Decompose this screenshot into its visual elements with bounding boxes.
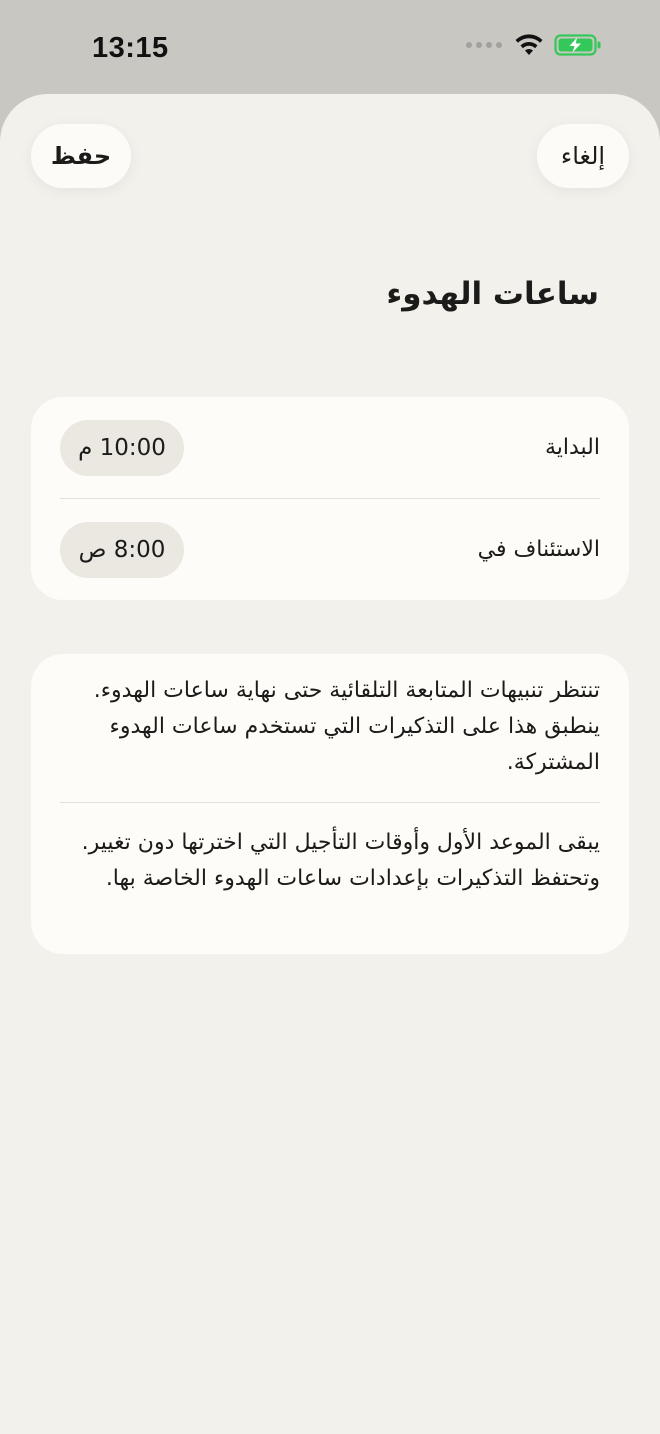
info-card: تنتظر تنبيهات المتابعة التلقائية حتى نها… <box>31 654 629 954</box>
start-label: البداية <box>544 435 600 460</box>
status-time: 13:15 <box>92 32 169 64</box>
wifi-icon <box>515 34 543 55</box>
info-paragraph-schedule: يبقى الموعد الأول وأوقات التأجيل التي اخ… <box>81 830 600 891</box>
signal-dots-icon <box>466 42 502 48</box>
resume-time-picker[interactable]: 8:00 ص <box>60 521 184 578</box>
battery-charging-icon <box>554 34 601 56</box>
status-bar: 13:15 <box>0 0 660 94</box>
quiet-hours-sheet: إلغاء حفظ ساعات الهدوء البداية 10:00 م ا… <box>0 94 660 1434</box>
resume-label: الاستئناف في <box>477 537 600 562</box>
quiet-hours-times-card: البداية 10:00 م الاستئناف في 8:00 ص <box>31 397 629 600</box>
cancel-button[interactable]: إلغاء <box>537 124 629 188</box>
start-time-row: البداية 10:00 م <box>60 397 600 498</box>
info-divider <box>60 802 600 803</box>
resume-time-row: الاستئناف في 8:00 ص <box>60 499 600 600</box>
save-button[interactable]: حفظ <box>31 124 131 188</box>
status-icons <box>466 33 602 57</box>
info-paragraph-followups: تنتظر تنبيهات المتابعة التلقائية حتى نها… <box>93 678 600 775</box>
page-title: ساعات الهدوء <box>386 276 599 312</box>
start-time-picker[interactable]: 10:00 م <box>60 419 184 476</box>
